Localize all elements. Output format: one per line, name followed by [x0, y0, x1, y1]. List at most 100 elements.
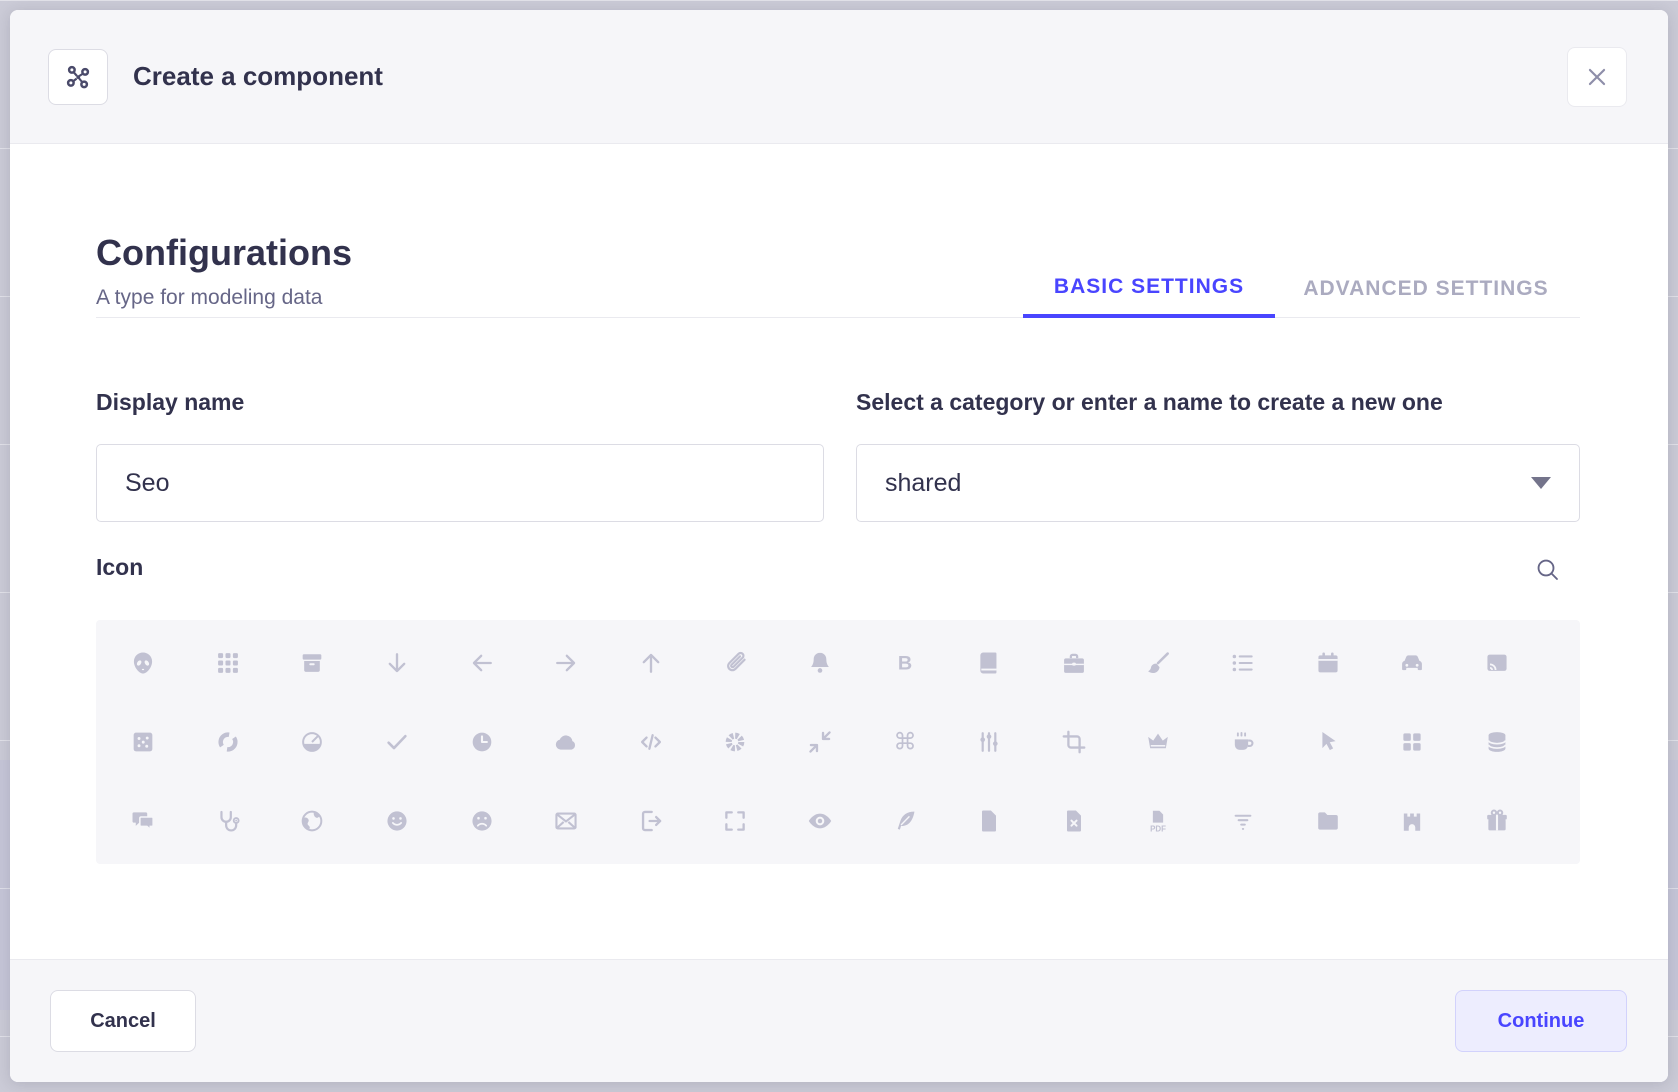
connector-icon	[975, 728, 1003, 756]
icon-option-collapse[interactable]	[797, 719, 843, 765]
icon-option-calendar[interactable]	[1305, 640, 1351, 686]
display-name-label: Display name	[96, 389, 244, 416]
earth-icon	[298, 807, 326, 835]
icon-grid: B ⌘ PDF	[96, 620, 1580, 864]
icon-option-cloud[interactable]	[543, 719, 589, 765]
collapse-icon	[806, 728, 834, 756]
icon-option-cup[interactable]	[1220, 719, 1266, 765]
icon-option-connector[interactable]	[966, 719, 1012, 765]
icon-option-briefcase[interactable]	[1051, 640, 1097, 686]
category-select[interactable]: shared	[856, 444, 1580, 522]
icon-option-emotion-happy[interactable]	[374, 798, 420, 844]
arrow-up-icon	[637, 649, 665, 677]
icon-option-chart-pie[interactable]	[289, 719, 335, 765]
icon-option-arrow-left[interactable]	[459, 640, 505, 686]
icon-option-attachment[interactable]	[712, 640, 758, 686]
cursor-icon	[1314, 728, 1342, 756]
icon-option-filter[interactable]	[1220, 798, 1266, 844]
chevron-down-icon	[1531, 477, 1551, 489]
cloud-icon	[552, 728, 580, 756]
modal-header: Create a component	[10, 10, 1668, 144]
icon-option-book[interactable]	[966, 640, 1012, 686]
icon-option-check[interactable]	[374, 719, 420, 765]
icon-option-expand[interactable]	[712, 798, 758, 844]
icon-option-crown[interactable]	[1135, 719, 1181, 765]
icon-option-emotion-unhappy[interactable]	[459, 798, 505, 844]
icon-option-brush[interactable]	[1135, 640, 1181, 686]
file-icon	[975, 807, 1003, 835]
icon-option-apps[interactable]	[205, 640, 251, 686]
icon-picker-label: Icon	[96, 554, 143, 581]
icon-option-file[interactable]	[966, 798, 1012, 844]
dashboard-icon	[1398, 728, 1426, 756]
icon-option-clock[interactable]	[459, 719, 505, 765]
icon-option-code[interactable]	[628, 719, 674, 765]
discuss-icon	[129, 807, 157, 835]
icon-option-eye[interactable]	[797, 798, 843, 844]
section-heading: Configurations	[96, 232, 352, 274]
icon-option-exit[interactable]	[628, 798, 674, 844]
bell-icon	[806, 649, 834, 677]
icon-option-chart-circle[interactable]	[205, 719, 251, 765]
icon-option-dashboard[interactable]	[1389, 719, 1435, 765]
car-icon	[1398, 649, 1426, 677]
icon-option-file-error[interactable]	[1051, 798, 1097, 844]
icon-option-chart-bubble[interactable]	[120, 719, 166, 765]
icon-option-bold[interactable]: B	[882, 640, 928, 686]
icon-option-car[interactable]	[1389, 640, 1435, 686]
icon-option-gate[interactable]	[1389, 798, 1435, 844]
bullet-list-icon	[1229, 649, 1257, 677]
icon-option-discuss[interactable]	[120, 798, 166, 844]
cancel-button[interactable]: Cancel	[50, 990, 196, 1052]
display-name-input[interactable]: Seo	[96, 444, 824, 522]
svg-text:PDF: PDF	[1150, 824, 1166, 833]
briefcase-icon	[1060, 649, 1088, 677]
clock-icon	[468, 728, 496, 756]
folder-icon	[1314, 807, 1342, 835]
icon-option-archive[interactable]	[289, 640, 335, 686]
book-icon	[975, 649, 1003, 677]
bold-icon: B	[891, 649, 919, 677]
database-icon	[1483, 728, 1511, 756]
search-icon	[1534, 556, 1562, 584]
icon-option-earth[interactable]	[289, 798, 335, 844]
icon-option-alien[interactable]	[120, 640, 166, 686]
icon-option-bell[interactable]	[797, 640, 843, 686]
crown-icon	[1144, 728, 1172, 756]
icon-option-cog[interactable]	[712, 719, 758, 765]
cast-icon	[1483, 649, 1511, 677]
icon-option-file-pdf[interactable]: PDF	[1135, 798, 1181, 844]
icon-option-arrow-right[interactable]	[543, 640, 589, 686]
icon-option-gift[interactable]	[1474, 798, 1520, 844]
icon-option-cast[interactable]	[1474, 640, 1520, 686]
section-subheading: A type for modeling data	[96, 286, 322, 310]
tab-advanced-settings[interactable]: ADVANCED SETTINGS	[1275, 260, 1577, 318]
gate-icon	[1398, 807, 1426, 835]
icon-option-crop[interactable]	[1051, 719, 1097, 765]
chart-circle-icon	[214, 728, 242, 756]
arrow-left-icon	[468, 649, 496, 677]
tab-basic-settings[interactable]: BASIC SETTINGS	[1023, 260, 1275, 318]
icon-option-bullet-list[interactable]	[1220, 640, 1266, 686]
icon-option-arrow-up[interactable]	[628, 640, 674, 686]
icon-option-envelope[interactable]	[543, 798, 589, 844]
exit-icon	[637, 807, 665, 835]
icon-option-arrow-down[interactable]	[374, 640, 420, 686]
file-pdf-icon: PDF	[1144, 807, 1172, 835]
icon-option-folder[interactable]	[1305, 798, 1351, 844]
continue-button[interactable]: Continue	[1455, 990, 1627, 1052]
emotion-happy-icon	[383, 807, 411, 835]
command-icon: ⌘	[891, 728, 919, 756]
icon-option-command[interactable]: ⌘	[882, 719, 928, 765]
file-error-icon	[1060, 807, 1088, 835]
icon-search-button[interactable]	[1528, 550, 1568, 590]
icon-option-doctor[interactable]	[205, 798, 251, 844]
icon-option-database[interactable]	[1474, 719, 1520, 765]
close-icon	[1584, 64, 1610, 90]
icon-option-cursor[interactable]	[1305, 719, 1351, 765]
icon-option-feather[interactable]	[882, 798, 928, 844]
close-button[interactable]	[1567, 47, 1627, 107]
arrow-right-icon	[552, 649, 580, 677]
component-icon-box	[48, 49, 108, 105]
create-component-modal: Create a component Configurations A type…	[10, 10, 1668, 1082]
